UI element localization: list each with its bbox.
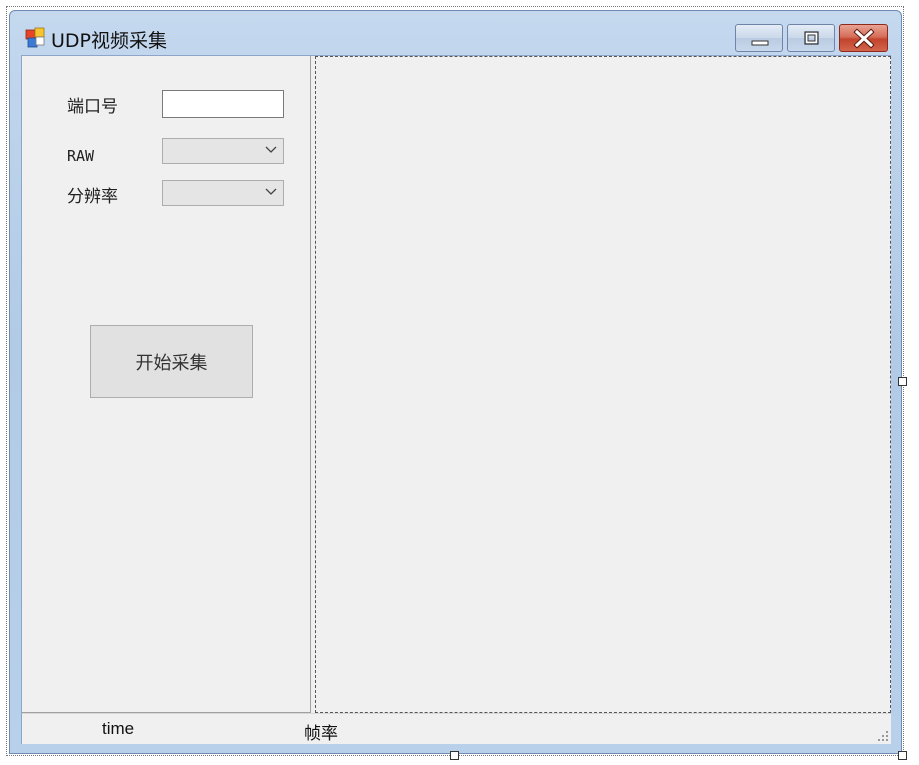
windows-form-icon [25, 27, 46, 48]
resolution-combobox[interactable] [162, 180, 284, 206]
minimize-button[interactable] [735, 24, 783, 52]
settings-panel: 端口号 RAW 分辨率 开始采集 [22, 56, 311, 713]
close-icon [853, 28, 875, 49]
resolution-label: 分辨率 [67, 187, 118, 207]
chevron-down-icon [265, 146, 277, 153]
close-button[interactable] [839, 24, 888, 52]
chevron-down-icon [265, 188, 277, 195]
port-label: 端口号 [67, 97, 118, 117]
port-input[interactable] [162, 90, 284, 118]
window-title: UDP视频采集 [51, 30, 167, 52]
designer-surface: UDP视频采集 端口号 RAW 分辨率 开始采集 time 帧率 [0, 0, 919, 765]
maximize-icon [804, 31, 819, 45]
video-display-area [315, 56, 891, 713]
status-bar: time 帧率 [22, 713, 891, 744]
form-client-area: 端口号 RAW 分辨率 开始采集 time 帧率 [21, 55, 891, 744]
maximize-button[interactable] [787, 24, 835, 52]
status-frame-rate: 帧率 [304, 724, 338, 743]
form-window[interactable]: UDP视频采集 端口号 RAW 分辨率 开始采集 time 帧率 [9, 10, 902, 754]
title-bar[interactable]: UDP视频采集 [10, 11, 901, 55]
raw-label: RAW [67, 147, 95, 165]
resize-handle-corner[interactable] [898, 751, 907, 760]
minimize-icon [751, 40, 769, 46]
raw-combobox[interactable] [162, 138, 284, 164]
resize-handle-bottom[interactable] [450, 751, 459, 760]
start-capture-button[interactable]: 开始采集 [90, 325, 253, 398]
resize-handle-right[interactable] [898, 377, 907, 386]
status-time: time [102, 719, 135, 738]
resize-grip-icon[interactable] [877, 730, 889, 742]
